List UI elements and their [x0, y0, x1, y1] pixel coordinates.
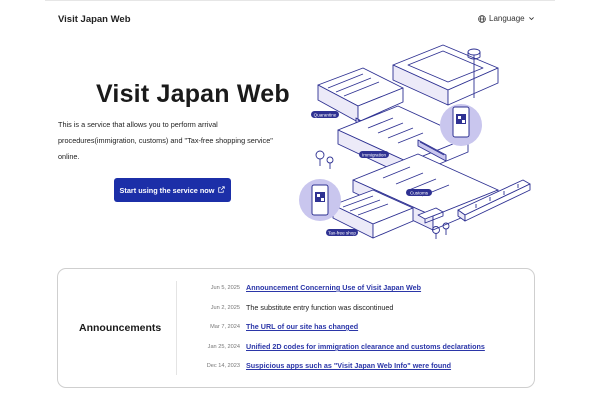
- label-quarantine: Quarantine: [314, 112, 337, 117]
- start-service-label: Start using the service now: [119, 185, 215, 195]
- language-label: Language: [489, 14, 525, 23]
- site-header: Visit Japan Web Language: [0, 0, 600, 40]
- label-customs: Customs: [410, 190, 429, 195]
- airport-illustration: Quarantine Immigration Customs Tax-free …: [299, 44, 531, 239]
- label-tax-free-shop: Tax-free shop: [328, 230, 356, 235]
- hero-title: Visit Japan Web: [96, 80, 290, 108]
- announcement-item: Mar 7, 2024 The URL of our site has chan…: [58, 321, 534, 335]
- announcement-item: Jan 25, 2024 Unified 2D codes for immigr…: [58, 341, 534, 355]
- start-service-button[interactable]: Start using the service now: [114, 178, 231, 202]
- announcement-date: Jun 5, 2025: [210, 285, 240, 291]
- external-link-icon: [218, 185, 226, 195]
- announcement-date: Jan 25, 2024: [207, 344, 240, 350]
- hero-description-line: online.: [58, 152, 80, 161]
- announcement-link[interactable]: Announcement Concerning Use of Visit Jap…: [246, 283, 421, 292]
- announcement-link[interactable]: Unified 2D codes for immigration clearan…: [246, 342, 485, 351]
- chevron-down-icon: [528, 15, 535, 22]
- announcements-card: Announcements Jun 5, 2025 Announcement C…: [57, 268, 535, 388]
- site-logo-title[interactable]: Visit Japan Web: [58, 14, 131, 25]
- globe-icon: [478, 14, 486, 23]
- announcement-date: Dec 14, 2023: [206, 363, 240, 369]
- announcement-date: Mar 7, 2024: [210, 324, 240, 330]
- language-selector[interactable]: Language: [478, 14, 535, 23]
- announcement-link[interactable]: The URL of our site has changed: [246, 322, 358, 331]
- announcement-item: Jun 5, 2025 Announcement Concerning Use …: [58, 282, 534, 296]
- announcement-item: Jun 2, 2025 The substitute entry functio…: [58, 302, 534, 316]
- hero-description-line: procedures(immigration, customs) and "Ta…: [58, 136, 273, 145]
- hero-description-line: This is a service that allows you to per…: [58, 120, 218, 129]
- announcement-link[interactable]: Suspicious apps such as "Visit Japan Web…: [246, 361, 451, 370]
- announcement-date: Jun 2, 2025: [210, 305, 240, 311]
- label-immigration: Immigration: [362, 152, 386, 157]
- announcement-item: Dec 14, 2023 Suspicious apps such as "Vi…: [58, 360, 534, 374]
- announcement-text: The substitute entry function was discon…: [246, 303, 394, 312]
- hero-description: This is a service that allows you to per…: [58, 117, 293, 165]
